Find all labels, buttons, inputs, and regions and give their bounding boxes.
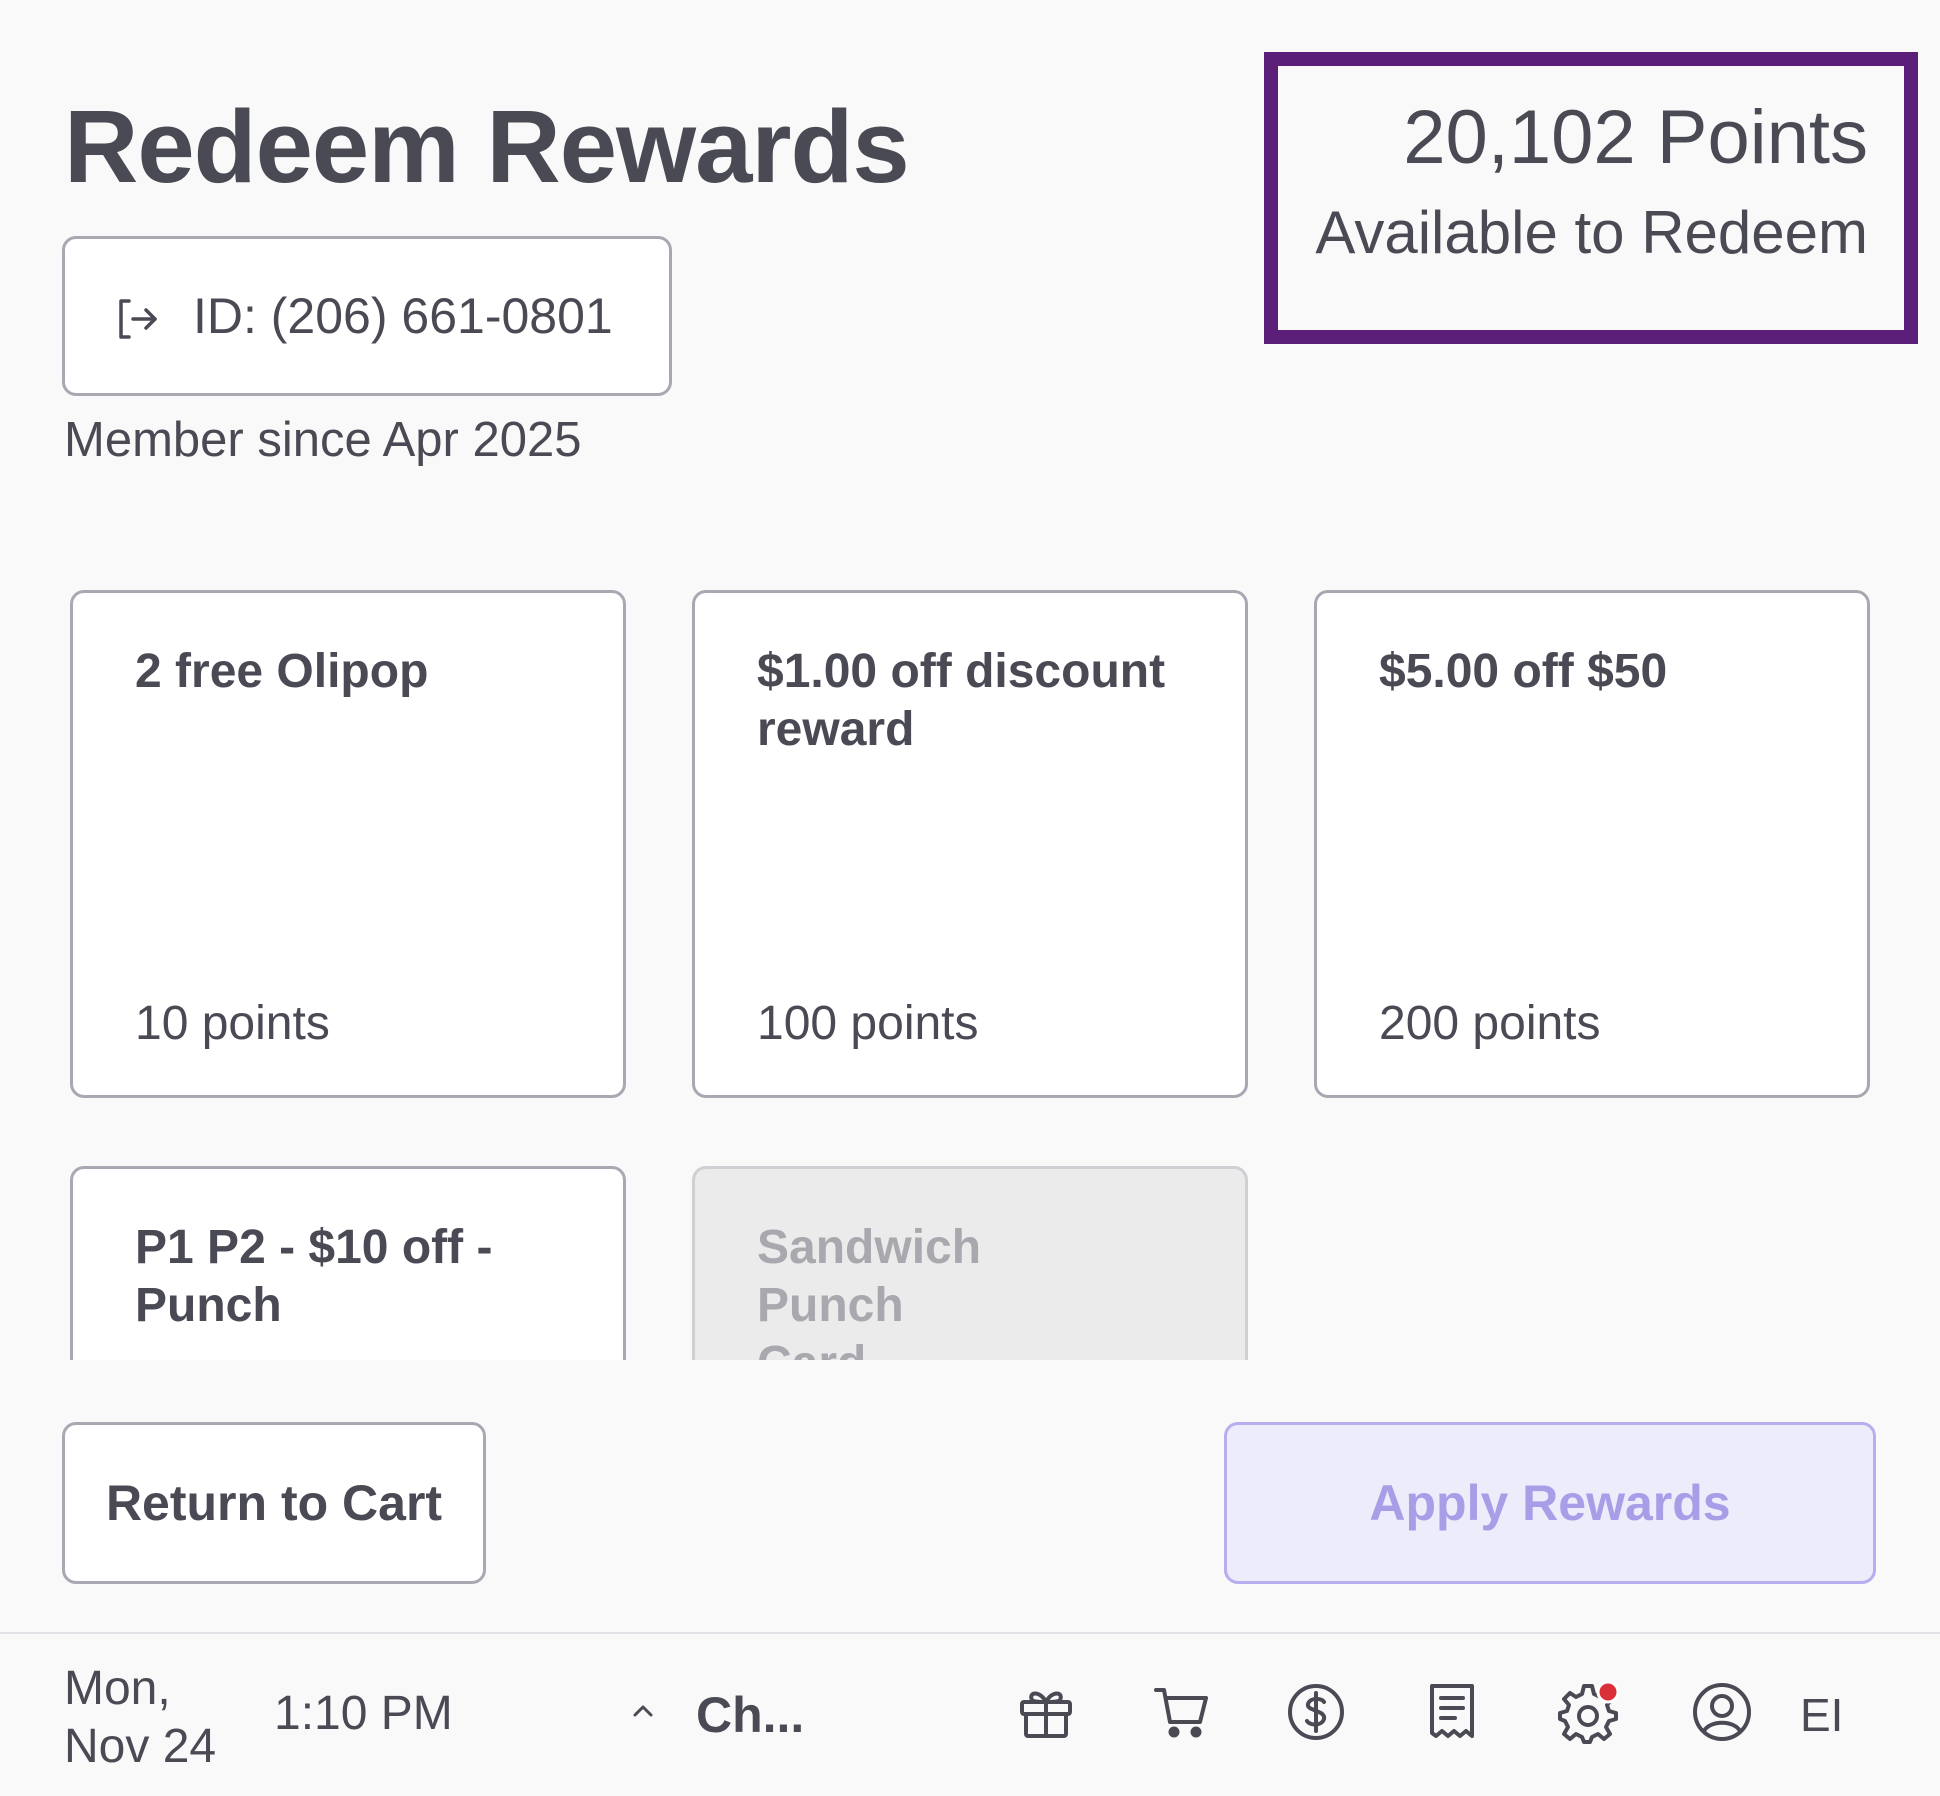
apply-rewards-button[interactable]: Apply Rewards bbox=[1224, 1422, 1876, 1584]
taskbar-time: 1:10 PM bbox=[274, 1687, 453, 1740]
sign-out-icon bbox=[119, 299, 157, 339]
taskbar-date: Mon, Nov 24 bbox=[64, 1660, 216, 1776]
reward-points: 100 points bbox=[757, 997, 979, 1050]
points-balance-caption: Available to Redeem bbox=[1315, 199, 1868, 266]
return-to-cart-button[interactable]: Return to Cart bbox=[62, 1422, 486, 1584]
reward-card-olipop[interactable]: 2 free Olipop 10 points bbox=[70, 590, 626, 1098]
settings-icon[interactable] bbox=[1556, 1680, 1620, 1744]
taskbar-channel[interactable]: Ch... bbox=[696, 1686, 804, 1744]
reward-name: $5.00 off $50 bbox=[1379, 645, 1668, 698]
page-title: Redeem Rewards bbox=[64, 89, 910, 204]
chevron-up-icon[interactable] bbox=[628, 1696, 658, 1726]
reward-card-5-off[interactable]: $5.00 off $50 200 points bbox=[1314, 590, 1870, 1098]
member-id-button[interactable]: ID: (206) 661-0801 bbox=[62, 236, 672, 396]
reward-points: 200 points bbox=[1379, 997, 1601, 1050]
taskbar-date-day: Nov 24 bbox=[64, 1720, 217, 1773]
cart-icon[interactable] bbox=[1150, 1680, 1214, 1744]
receipt-icon[interactable] bbox=[1420, 1680, 1484, 1744]
reward-name: P1 P2 - $10 off - Punch bbox=[135, 1221, 493, 1332]
reward-card-sandwich-punch: Sandwich Punch Card bbox=[692, 1166, 1248, 1360]
points-balance: 20,102 Points bbox=[1403, 95, 1868, 180]
taskbar-date-weekday: Mon, bbox=[64, 1662, 171, 1715]
reward-name: Sandwich Punch Card bbox=[757, 1221, 982, 1360]
reward-points: 10 points bbox=[135, 997, 330, 1050]
member-since-text: Member since Apr 2025 bbox=[64, 413, 582, 467]
points-balance-panel: 20,102 Points Available to Redeem bbox=[1264, 52, 1918, 344]
reward-name: 2 free Olipop bbox=[135, 645, 429, 698]
reward-card-1-off[interactable]: $1.00 off discount reward 100 points bbox=[692, 590, 1248, 1098]
reward-name: $1.00 off discount reward bbox=[757, 645, 1166, 756]
taskbar: Mon, Nov 24 1:10 PM Ch... EI bbox=[0, 1632, 1940, 1796]
rewards-grid: 2 free Olipop 10 points $1.00 off discou… bbox=[0, 560, 1940, 1360]
user-icon[interactable] bbox=[1690, 1680, 1754, 1744]
dollar-icon[interactable] bbox=[1284, 1680, 1348, 1744]
reward-card-punch[interactable]: P1 P2 - $10 off - Punch bbox=[70, 1166, 626, 1360]
member-id-label: ID: (206) 661-0801 bbox=[193, 288, 613, 344]
user-initials[interactable]: EI bbox=[1800, 1688, 1843, 1742]
gift-icon[interactable] bbox=[1014, 1680, 1078, 1744]
